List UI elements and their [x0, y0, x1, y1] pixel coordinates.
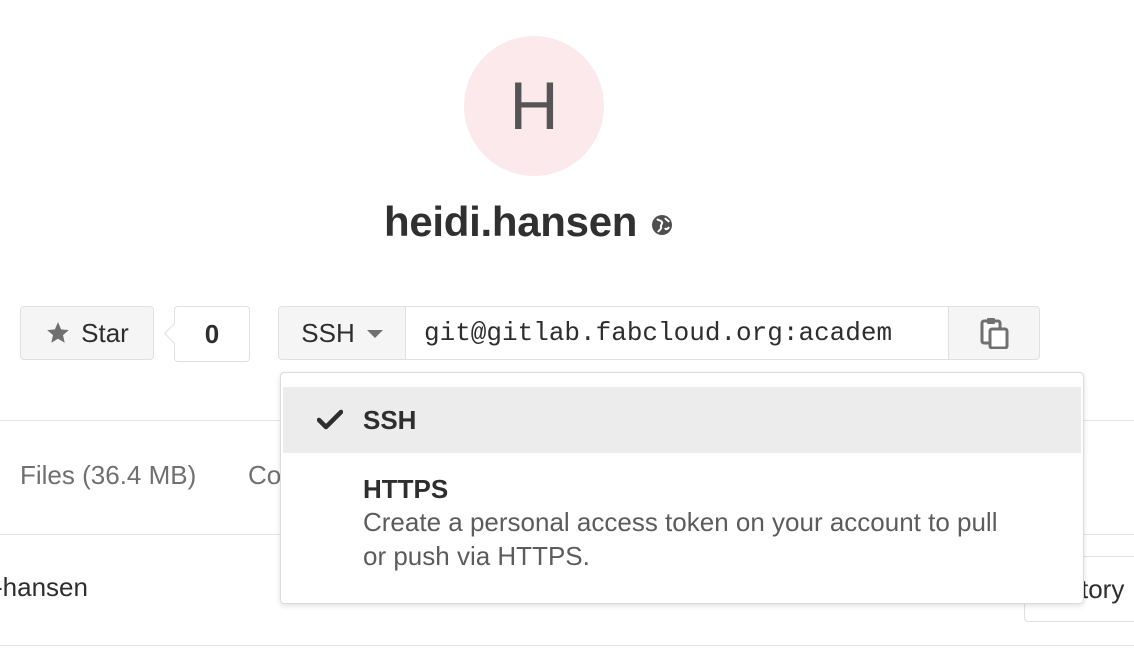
project-title: heidi.hansen	[384, 198, 638, 245]
clone-protocol-dropdown[interactable]: SSH	[278, 306, 406, 360]
project-title-row: heidi.hansen	[384, 192, 673, 252]
star-count-value: 0	[204, 318, 220, 349]
commits-stat-link[interactable]: Co	[248, 460, 281, 491]
menu-item-ssh[interactable]: SSH	[283, 387, 1081, 453]
divider	[0, 645, 1134, 646]
copy-url-button[interactable]	[948, 306, 1040, 360]
caret-down-icon	[366, 330, 383, 338]
files-stat-link[interactable]: Files (36.4 MB)	[20, 460, 196, 491]
menu-item-https[interactable]: HTTPS Create a personal access token on …	[283, 453, 1081, 583]
project-avatar: H	[464, 36, 604, 176]
repo-path-breadcrumb[interactable]: -hansen	[0, 572, 88, 603]
count-arrow	[163, 322, 186, 345]
globe-icon	[651, 214, 673, 236]
star-count[interactable]: 0	[163, 306, 250, 362]
clone-url-input[interactable]	[406, 306, 948, 360]
copy-icon	[979, 317, 1009, 350]
repository-button-label: tory	[1081, 573, 1125, 604]
menu-item-ssh-label: SSH	[363, 405, 417, 435]
clone-protocol-label: SSH	[301, 317, 355, 348]
check-icon	[316, 409, 344, 431]
star-label: Star	[81, 317, 129, 348]
avatar-letter: H	[509, 68, 559, 144]
star-icon	[45, 320, 71, 346]
star-button[interactable]: Star	[20, 306, 154, 360]
menu-item-https-description: Create a personal access token on your a…	[363, 507, 998, 571]
menu-item-https-label: HTTPS	[363, 474, 449, 504]
clone-group: SSH	[278, 306, 1040, 360]
project-page: H heidi.hansen Star 0 SSH git@gitlab.fab…	[0, 0, 1134, 660]
clone-protocol-menu: SSH HTTPS Create a personal access token…	[280, 372, 1084, 604]
